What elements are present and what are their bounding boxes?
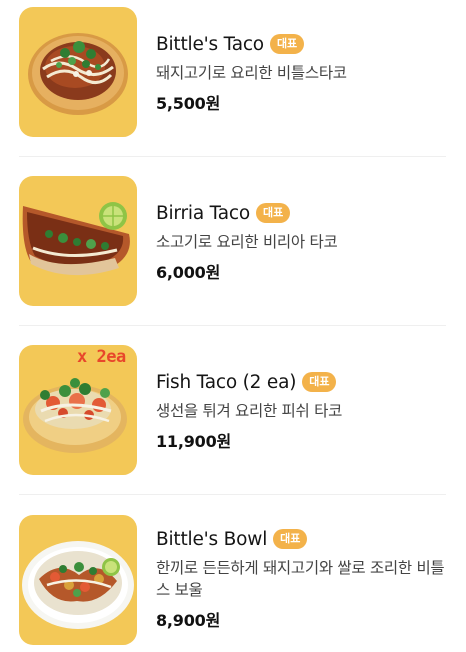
signature-badge: 대표 (255, 203, 291, 223)
menu-item-bittles-bowl[interactable]: Bittle's Bowl 대표 한끼로 든든하게 돼지고기와 쌀로 조리한 비… (0, 495, 466, 652)
menu-item-description: 한끼로 든든하게 돼지고기와 쌀로 조리한 비틀스 보울 (156, 559, 445, 599)
menu-item-fish-taco[interactable]: x 2ea Fish Taco (2 ea) 대표 생선을 튀겨 요리한 피쉬 … (0, 326, 466, 495)
quantity-overlay-text: x 2ea (77, 347, 126, 367)
birria-taco-image (19, 176, 137, 306)
menu-item-description: 소고기로 요리한 비리아 타코 (156, 233, 338, 251)
signature-badge: 대표 (302, 372, 337, 392)
menu-item-description: 생선을 튀겨 요리한 피쉬 타코 (156, 402, 343, 420)
menu-item-birria-taco[interactable]: Birria Taco 대표 소고기로 요리한 비리아 타코 6,000원 (0, 157, 466, 326)
menu-list: Bittle's Taco 대표 돼지고기로 요리한 비틀스타코 5,500원 (0, 0, 466, 652)
menu-item-price: 6,000원 (156, 263, 221, 282)
menu-item-info: Bittle's Bowl 대표 한끼로 든든하게 돼지고기와 쌀로 조리한 비… (156, 526, 446, 631)
signature-badge: 대표 (273, 529, 308, 549)
name-row: Fish Taco (2 ea) 대표 (156, 369, 446, 395)
menu-item-price: 11,900원 (156, 432, 232, 451)
fish-taco-image: x 2ea (19, 345, 137, 475)
menu-item-price: 5,500원 (156, 94, 221, 113)
menu-item-info: Bittle's Taco 대표 돼지고기로 요리한 비틀스타코 5,500원 (156, 31, 446, 114)
name-row: Bittle's Taco 대표 (156, 31, 446, 57)
signature-badge: 대표 (269, 34, 305, 54)
rice-bowl-image (19, 515, 137, 645)
menu-item-info: Birria Taco 대표 소고기로 요리한 비리아 타코 6,000원 (156, 200, 446, 283)
menu-item-name: Birria Taco (156, 202, 250, 224)
menu-item-name: Bittle's Bowl (156, 528, 268, 550)
menu-item-info: Fish Taco (2 ea) 대표 생선을 튀겨 요리한 피쉬 타코 11,… (156, 369, 446, 452)
name-row: Birria Taco 대표 (156, 200, 446, 226)
menu-item-name: Fish Taco (2 ea) (156, 371, 297, 393)
pork-taco-image (19, 7, 137, 137)
name-row: Bittle's Bowl 대표 (156, 526, 446, 552)
menu-item-bittles-taco[interactable]: Bittle's Taco 대표 돼지고기로 요리한 비틀스타코 5,500원 (0, 0, 466, 157)
menu-item-name: Bittle's Taco (156, 33, 264, 55)
menu-item-price: 8,900원 (156, 611, 221, 630)
menu-item-description: 돼지고기로 요리한 비틀스타코 (156, 64, 347, 82)
